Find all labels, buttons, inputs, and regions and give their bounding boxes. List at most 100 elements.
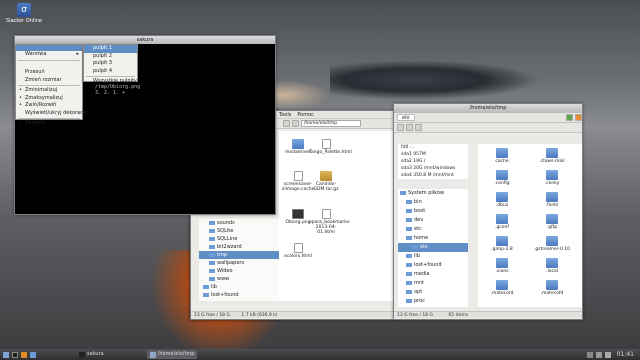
tree-item[interactable]: proc <box>398 297 468 306</box>
tray-icon-2[interactable] <box>595 351 602 358</box>
view-button[interactable] <box>415 124 422 131</box>
file-item[interactable]: .config <box>480 170 524 186</box>
file-item[interactable]: .matecord <box>480 280 524 296</box>
file-manager-front[interactable]: /home/elo/tmp elo fd0 ... sda1 957M sda2 1… <box>393 103 583 320</box>
terminal-titlebar[interactable]: sakura <box>15 36 275 44</box>
menu-item[interactable]: • Zwiń/Rozwiń <box>16 102 82 110</box>
menu-item[interactable]: Przesuń <box>16 69 82 77</box>
submenu-item[interactable]: pulpit 1 <box>84 45 137 53</box>
file-item[interactable]: .dbus <box>480 192 524 208</box>
volume-icon[interactable] <box>604 351 611 358</box>
tree-item[interactable]: tmp <box>199 251 279 259</box>
file-item[interactable]: .conky <box>530 170 574 186</box>
tree-item[interactable]: lib <box>398 252 468 261</box>
submenu-item[interactable]: pulpit 4 <box>84 68 137 76</box>
terminal-line-2: 3. 2. 1. + <box>95 90 126 96</box>
menu-item <box>16 62 82 70</box>
menu-item[interactable]: • Zminimalizuj <box>16 87 82 95</box>
tree-item[interactable]: boot <box>398 207 468 216</box>
folder-icon <box>406 289 412 294</box>
menu-tools[interactable]: Tools <box>279 112 291 118</box>
menu-item-label: Przesuń <box>25 69 45 75</box>
files-launcher-icon[interactable] <box>30 351 36 358</box>
file-item[interactable]: Candido-GDM.tar.gz <box>309 171 343 192</box>
file-item[interactable]: .gstreamer-0.10 <box>530 236 574 252</box>
tree-item[interactable]: lost+found <box>398 261 468 270</box>
back-button[interactable] <box>283 120 290 127</box>
up-button[interactable] <box>406 124 413 131</box>
tree-item[interactable]: sounds <box>199 219 279 227</box>
folder-icon <box>406 217 412 222</box>
tree-item-label: lost+found <box>211 292 239 298</box>
file-item[interactable]: .gconf <box>480 214 524 230</box>
device-item[interactable]: sda2 19G / <box>398 158 468 165</box>
home-button[interactable] <box>397 124 404 131</box>
tree-item[interactable]: wallpapers <box>199 259 279 267</box>
path-input[interactable]: /home/elo/tmp <box>301 120 361 127</box>
tree-item[interactable]: lost+found <box>199 291 279 299</box>
browser-launcher-icon[interactable] <box>21 351 27 358</box>
menu-item[interactable]: Zmień rozmiar <box>16 77 82 85</box>
tree-item[interactable]: SQLLine <box>199 235 279 243</box>
stop-button[interactable] <box>575 114 582 121</box>
desktop-icon-slacker[interactable]: σ Slacker Online <box>4 3 44 24</box>
tree-item[interactable]: bit2wzard <box>199 243 279 251</box>
forward-button[interactable] <box>292 120 299 127</box>
tree-item[interactable]: SQLite <box>199 227 279 235</box>
folder-icon <box>203 292 209 297</box>
device-item[interactable]: sda4 350.8 M /mnt/mnt <box>398 172 468 179</box>
file-name: .gftp <box>546 225 558 230</box>
folder-icon <box>546 170 558 180</box>
file-item[interactable]: .gimp-2.8 <box>480 236 524 252</box>
file-item[interactable]: .icons <box>480 258 524 274</box>
reload-button[interactable] <box>566 114 573 121</box>
device-item[interactable]: fd0 ... <box>398 144 468 151</box>
tree-item[interactable]: etc <box>398 225 468 234</box>
folder-icon <box>546 258 558 268</box>
menu-help[interactable]: Pomoc <box>297 112 314 118</box>
tree-item-label: boot <box>414 208 426 214</box>
tree-item[interactable]: opt <box>398 288 468 297</box>
file-name: opera_bookmarks-2013-04-01.html <box>309 220 351 235</box>
tray-icon-1[interactable] <box>586 351 593 358</box>
file-item[interactable]: cache <box>480 148 524 164</box>
tree-item[interactable]: Wideo <box>199 267 279 275</box>
tree-item[interactable]: www <box>199 275 279 283</box>
tab-elo[interactable]: elo <box>397 114 415 121</box>
task-fm[interactable]: /home/elo/tmp <box>146 350 198 359</box>
task-sakura[interactable]: sakura <box>76 350 107 359</box>
file-item[interactable]: .fonts <box>530 192 574 208</box>
tree-item[interactable]: dev <box>398 216 468 225</box>
tree-item[interactable]: System plików <box>398 189 468 198</box>
menu-item[interactable]: • Zamknij <box>16 120 82 128</box>
submenu-item[interactable]: Wszystkie pulpity <box>84 78 137 86</box>
file-item[interactable]: .claws-mail <box>530 148 574 164</box>
tree-item[interactable]: mnt <box>398 279 468 288</box>
tree-item[interactable]: media <box>398 270 468 279</box>
device-item[interactable]: sda1 957M <box>398 151 468 158</box>
archive-icon <box>320 171 332 181</box>
file-item[interactable]: .matecofd <box>530 280 574 296</box>
menu-launcher-icon[interactable] <box>3 351 9 358</box>
file-item[interactable]: xcolors.html <box>281 243 315 259</box>
submenu-item[interactable]: pulpit 3 <box>84 60 137 68</box>
device-item[interactable]: sda3 20G /mnt/windows <box>398 165 468 172</box>
tree-item[interactable]: bin <box>398 198 468 207</box>
menu-item[interactable]: Wyświetl/ukryj dekoracje <box>16 110 87 118</box>
file-item[interactable]: .local <box>530 258 574 274</box>
fm-front-titlebar[interactable]: /home/elo/tmp <box>394 104 582 113</box>
file-item[interactable]: opera_bookmarks-2013-04-01.html <box>309 209 351 235</box>
file-item[interactable]: .gftp <box>530 214 574 230</box>
terminal-launcher-icon[interactable] <box>12 351 18 358</box>
tree-item[interactable]: elo <box>398 243 468 252</box>
menu-item-label: Wyświetl/ukryj dekoracje <box>25 109 88 116</box>
fm-front-toolbar2 <box>394 123 582 133</box>
tree-item[interactable]: home <box>398 234 468 243</box>
menu-item[interactable]: Warstwa ▸ <box>16 51 82 59</box>
folder-icon <box>496 236 508 246</box>
clock[interactable]: 01:41 <box>617 351 634 358</box>
menu-item[interactable]: • Zmaksymalizuj <box>16 95 82 103</box>
submenu-item[interactable]: pulpit 2 <box>84 53 137 61</box>
file-item[interactable]: Tango_Palette.html <box>309 139 352 155</box>
tree-item[interactable]: lib <box>199 283 279 291</box>
